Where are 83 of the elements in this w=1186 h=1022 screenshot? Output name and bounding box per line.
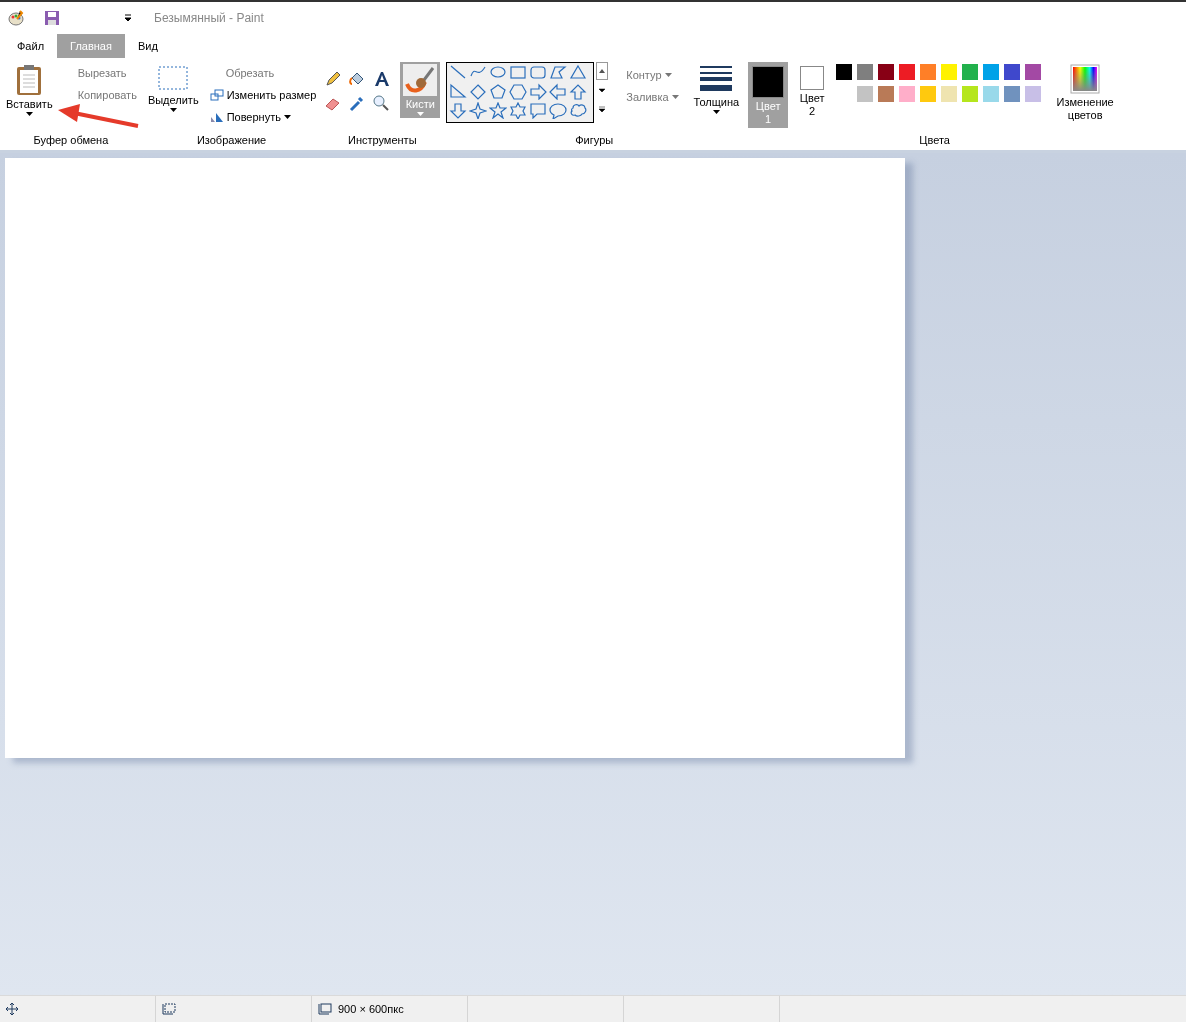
edit-colors-button[interactable]: Изменение цветов xyxy=(1049,62,1122,124)
brush-icon xyxy=(403,64,438,96)
pencil-icon[interactable] xyxy=(324,70,343,88)
shape-icon[interactable] xyxy=(529,64,548,81)
palette-color[interactable] xyxy=(941,64,958,80)
group-label: Инструменты xyxy=(347,134,417,148)
paste-button[interactable]: Вставить xyxy=(3,62,56,118)
palette-color[interactable] xyxy=(1025,86,1042,102)
ribbon-tab[interactable]: Файл xyxy=(4,34,58,58)
ribbon-tab[interactable]: Вид xyxy=(124,34,171,58)
palette-color[interactable] xyxy=(920,64,937,80)
shape-icon[interactable] xyxy=(509,102,528,119)
palette-color[interactable] xyxy=(836,64,853,80)
palette-color[interactable] xyxy=(899,64,916,80)
shape-icon[interactable] xyxy=(549,64,568,81)
palette-color[interactable] xyxy=(983,64,1000,80)
group-label: Буфер обмена xyxy=(33,134,109,148)
group-label: Изображение xyxy=(196,134,267,148)
selection-icon xyxy=(157,64,190,92)
size-button[interactable]: Толщина xyxy=(690,62,743,116)
shape-icon[interactable] xyxy=(489,102,508,119)
palette-color[interactable] xyxy=(1004,86,1021,102)
selection-size-icon xyxy=(162,1003,176,1015)
shapes-gallery[interactable] xyxy=(446,62,595,123)
canvas-size-text: 900 × 600пкс xyxy=(338,1003,404,1015)
shape-icon[interactable] xyxy=(449,83,468,100)
caret-icon xyxy=(664,73,672,77)
copy-button[interactable]: Копировать xyxy=(75,84,139,106)
cut-button[interactable]: Вырезать xyxy=(75,62,139,84)
palette-color[interactable] xyxy=(878,64,895,80)
shape-icon[interactable] xyxy=(529,102,548,119)
palette-color[interactable] xyxy=(962,86,979,102)
palette-color[interactable] xyxy=(1025,64,1042,80)
fill-dropdown[interactable]: Заливка xyxy=(624,86,681,108)
palette-color[interactable] xyxy=(983,86,1000,102)
caret-icon xyxy=(283,115,291,119)
palette-color[interactable] xyxy=(962,64,979,80)
color-select-button[interactable]: Цвет 2 xyxy=(792,62,833,120)
palette-color[interactable] xyxy=(857,64,874,80)
palette-color[interactable] xyxy=(920,86,937,102)
shape-icon[interactable] xyxy=(449,102,468,119)
shape-icon[interactable] xyxy=(569,102,588,119)
resize-icon xyxy=(209,89,224,101)
shape-icon[interactable] xyxy=(569,83,588,100)
group-label: Фигуры xyxy=(575,134,614,148)
magnifier-icon[interactable] xyxy=(372,94,391,112)
shape-icon[interactable] xyxy=(489,64,508,81)
shape-icon[interactable] xyxy=(509,64,528,81)
resize-button[interactable]: Изменить размер xyxy=(207,84,319,106)
caret-icon xyxy=(416,112,424,116)
palette-color[interactable] xyxy=(899,86,916,102)
color-spectrum-icon xyxy=(1070,64,1101,94)
crop-button[interactable]: Обрезать xyxy=(207,62,319,84)
shape-icon[interactable] xyxy=(489,83,508,100)
caret-icon xyxy=(671,95,679,99)
select-button[interactable]: Выделить xyxy=(144,62,202,114)
clipboard-icon xyxy=(15,64,44,96)
shape-icon[interactable] xyxy=(549,102,568,119)
palette-color[interactable] xyxy=(941,86,958,102)
rotate-button[interactable]: Повернуть xyxy=(207,106,319,128)
palette-color[interactable] xyxy=(857,86,874,102)
shape-icon[interactable] xyxy=(569,64,588,81)
caret-icon xyxy=(25,112,33,116)
text-icon[interactable] xyxy=(372,70,391,88)
shape-icon[interactable] xyxy=(529,83,548,100)
outline-dropdown[interactable]: Контур xyxy=(624,64,681,86)
palette-color[interactable] xyxy=(1004,64,1021,80)
caret-icon xyxy=(712,110,720,114)
line-thickness-icon xyxy=(699,64,734,94)
window-title: Безымянный - Paint xyxy=(154,11,264,25)
rotate-icon xyxy=(209,111,224,123)
palette-app-icon xyxy=(8,10,24,26)
shape-icon[interactable] xyxy=(469,83,488,100)
palette-color[interactable] xyxy=(878,86,895,102)
canvas-size-icon xyxy=(318,1003,332,1015)
shape-icon[interactable] xyxy=(469,102,488,119)
shape-icon[interactable] xyxy=(449,64,468,81)
caret-icon xyxy=(169,108,177,112)
shape-icon[interactable] xyxy=(549,83,568,100)
group-label: Цвета xyxy=(919,134,950,148)
shape-icon[interactable] xyxy=(509,83,528,100)
save-icon[interactable] xyxy=(44,10,62,26)
cursor-position-icon xyxy=(6,1003,18,1015)
